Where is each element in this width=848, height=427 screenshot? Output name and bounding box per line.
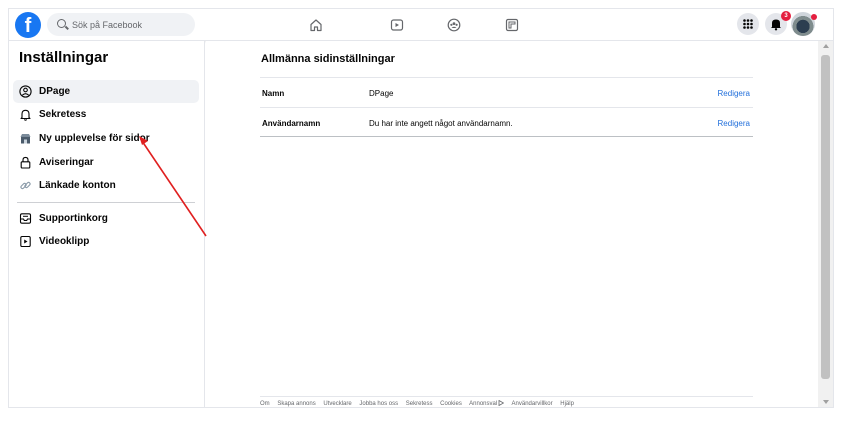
- home-icon[interactable]: [309, 18, 323, 32]
- edit-name-link[interactable]: Redigera: [718, 89, 750, 98]
- sidebar-divider: [17, 202, 195, 203]
- search-input[interactable]: [72, 16, 190, 33]
- footer-link[interactable]: Om: [260, 401, 270, 407]
- sidebar-item-dpage[interactable]: DPage: [13, 80, 199, 103]
- table-row: Namn DPage Redigera: [260, 77, 753, 107]
- sidebar-item-label: Sekretess: [39, 109, 87, 120]
- footer-link[interactable]: Jobba hos oss: [359, 401, 398, 407]
- link-icon: [20, 181, 31, 190]
- groups-icon[interactable]: [447, 18, 461, 32]
- footer-link[interactable]: Utvecklare: [323, 401, 351, 407]
- search-icon: [57, 19, 66, 28]
- adchoices-icon: [498, 399, 505, 407]
- gaming-icon[interactable]: [505, 18, 519, 32]
- status-dot: [811, 14, 817, 20]
- settings-sidebar: Inställningar DPage Sekretess Ny uppleve: [9, 41, 205, 407]
- menu-button[interactable]: [737, 13, 759, 35]
- row-value: Du har inte angett något användarnamn.: [369, 119, 513, 128]
- sidebar-item-label: Videoklipp: [39, 236, 90, 247]
- footer-link[interactable]: Hjälp: [560, 401, 574, 407]
- video-icon[interactable]: [390, 18, 404, 32]
- table-row: Användarnamn Du har inte angett något an…: [260, 107, 753, 137]
- sidebar-title: Inställningar: [19, 49, 109, 66]
- sidebar-item-label: Aviseringar: [39, 157, 94, 168]
- new-pages-icon: [20, 134, 31, 144]
- lock-icon: [20, 156, 31, 169]
- sidebar-item-aviseringar[interactable]: Aviseringar: [13, 151, 199, 174]
- sidebar-item-label: DPage: [39, 86, 71, 97]
- footer-link[interactable]: Sekretess: [406, 401, 433, 407]
- grid-menu-icon: [743, 19, 753, 29]
- footer-links: Om Skapa annons Utvecklare Jobba hos oss…: [260, 396, 753, 407]
- sidebar-item-ny-upplevelse[interactable]: Ny upplevelse för sidor: [13, 127, 199, 150]
- page-profile-icon: [19, 85, 32, 98]
- sidebar-item-label: Länkade konton: [39, 180, 116, 191]
- inbox-icon: [19, 213, 32, 224]
- scrollbar[interactable]: [818, 41, 833, 407]
- settings-table: Namn DPage Redigera Användarnamn Du har …: [260, 77, 753, 137]
- sidebar-item-lankade-konton[interactable]: Länkade konton: [13, 174, 199, 197]
- sidebar-item-label: Supportinkorg: [39, 213, 108, 224]
- row-key: Användarnamn: [262, 119, 321, 128]
- sidebar-item-supportinkorg[interactable]: Supportinkorg: [13, 207, 199, 230]
- row-value: DPage: [369, 89, 394, 98]
- sidebar-item-label: Ny upplevelse för sidor: [39, 133, 150, 144]
- notification-badge: 3: [781, 11, 791, 21]
- sidebar-item-videoklipp[interactable]: Videoklipp: [13, 230, 199, 253]
- main-content: Allmänna sidinställningar Namn DPage Red…: [206, 41, 818, 407]
- scroll-thumb[interactable]: [821, 55, 830, 379]
- footer-link[interactable]: Skapa annons: [277, 401, 315, 407]
- scroll-up-arrow[interactable]: [823, 44, 829, 48]
- row-key: Namn: [262, 89, 285, 98]
- app-window: f Sök på Facebook 3 Inställningar DPage …: [8, 8, 834, 408]
- footer-link[interactable]: Cookies: [440, 401, 462, 407]
- sidebar-item-sekretess[interactable]: Sekretess: [13, 103, 199, 126]
- top-bar: f Sök på Facebook 3: [9, 9, 833, 41]
- scroll-down-arrow[interactable]: [823, 400, 829, 404]
- video-clip-icon: [20, 235, 31, 248]
- footer-link-label: Annonsval: [469, 401, 498, 407]
- bell-icon: [20, 109, 31, 121]
- facebook-logo[interactable]: f: [15, 12, 41, 38]
- edit-username-link[interactable]: Redigera: [718, 119, 750, 128]
- footer-link[interactable]: Användarvillkor: [512, 401, 553, 407]
- page-title: Allmänna sidinställningar: [261, 53, 395, 65]
- search-box[interactable]: [47, 13, 195, 36]
- footer-link[interactable]: Annonsval: [469, 399, 505, 407]
